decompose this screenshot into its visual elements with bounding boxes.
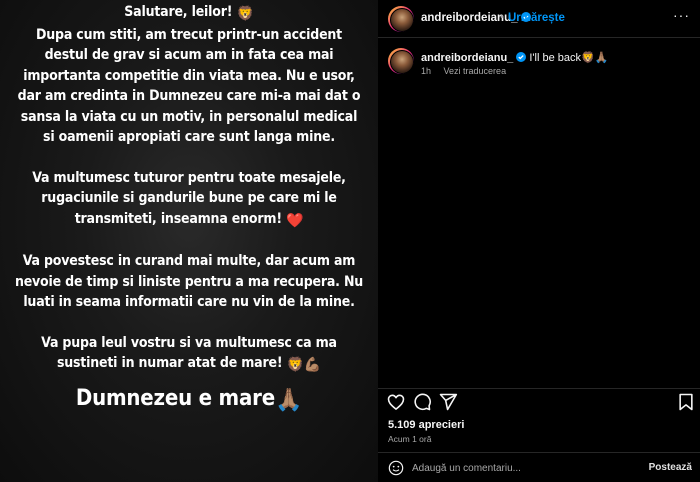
muscle-emoji: 💪🏽 [303,357,322,373]
emoji-icon[interactable] [388,460,404,476]
comment-input[interactable] [412,459,642,477]
story-line: sansa la viata cu un motiv, in personalu… [20,108,358,125]
pray-emoji: 🙏🏽 [274,387,303,413]
share-icon [439,393,458,411]
caption-line: andreibordeianu_ I'll be back🦁🙏🏽 [421,51,608,64]
caption-text: I'll be back [529,52,581,64]
story-line: luati in seama informatii care nu vin de… [23,294,355,310]
story-text: Salutare, leilor! 🦁 Dupa cum stiti, am t… [6,2,372,416]
post-panel: andreibordeianu_ • Urmărește ··· andreib… [378,0,700,482]
save-button[interactable] [676,392,696,412]
action-bar [378,388,700,412]
story-line: transmiteti, inseamna enorm! [74,210,282,227]
post-header: andreibordeianu_ • Urmărește ··· [378,0,700,38]
caption: andreibordeianu_ I'll be back🦁🙏🏽 1h Vezi… [378,38,700,388]
like-button[interactable] [386,392,406,412]
share-button[interactable] [438,392,458,412]
post-comment-button[interactable]: Postează [649,462,692,473]
story-greeting: Salutare, leilor! [124,4,233,20]
separator-dot: • [500,11,504,23]
story-line: sustineti in numar atat de mare! [56,355,283,371]
likes-count[interactable]: 5.109 aprecieri [388,419,464,431]
story-line: Va povestesc in curand mai multe, dar ac… [22,253,356,269]
story-line: destul de grav si acum am in fata cea ma… [44,47,334,63]
post-timestamp: Acum 1 oră [388,434,432,444]
avatar[interactable] [388,6,414,32]
follow-button[interactable]: Urmărește [508,12,565,24]
heart-emoji: ❤️ [286,212,304,229]
caption-meta: 1h Vezi traducerea [421,66,516,76]
story-line: rugaciunile si gandurile bune pe care mi… [41,190,337,206]
story-closing: Dumnezeu e mare [75,385,275,411]
lion-emoji: 🦁 [236,6,254,22]
story-line: importanta competitie din viata mea. Nu … [23,67,355,84]
translate-link[interactable]: Vezi traducerea [444,66,507,76]
caption-username[interactable]: andreibordeianu_ [421,52,513,64]
more-icon[interactable]: ··· [673,7,690,23]
caption-avatar[interactable] [388,48,414,74]
comment-box: Postează [378,452,700,482]
verified-icon [516,52,527,62]
story-line: Va pupa leul vostru si va multumesc ca m… [41,334,337,351]
post-age[interactable]: 1h [421,66,431,76]
story-image: Salutare, leilor! 🦁 Dupa cum stiti, am t… [0,0,378,482]
story-line: si oamenii apropiati care sunt langa min… [43,129,335,145]
story-line: Va multumesc tuturor pentru toate mesaje… [32,169,346,186]
heart-icon [387,394,405,410]
story-line: Dupa cum stiti, am trecut printr-un acci… [35,26,342,43]
story-line: dar am credinta in Dumnezeu care mi-a ma… [17,88,361,104]
story-line: nevoie de timp si liniste pentru a ma re… [14,273,364,290]
caption-emojis: 🦁🙏🏽 [581,52,609,64]
comment-button[interactable] [412,392,432,412]
comment-icon [414,393,431,411]
lion-emoji: 🦁 [286,357,304,373]
bookmark-icon [679,393,693,411]
